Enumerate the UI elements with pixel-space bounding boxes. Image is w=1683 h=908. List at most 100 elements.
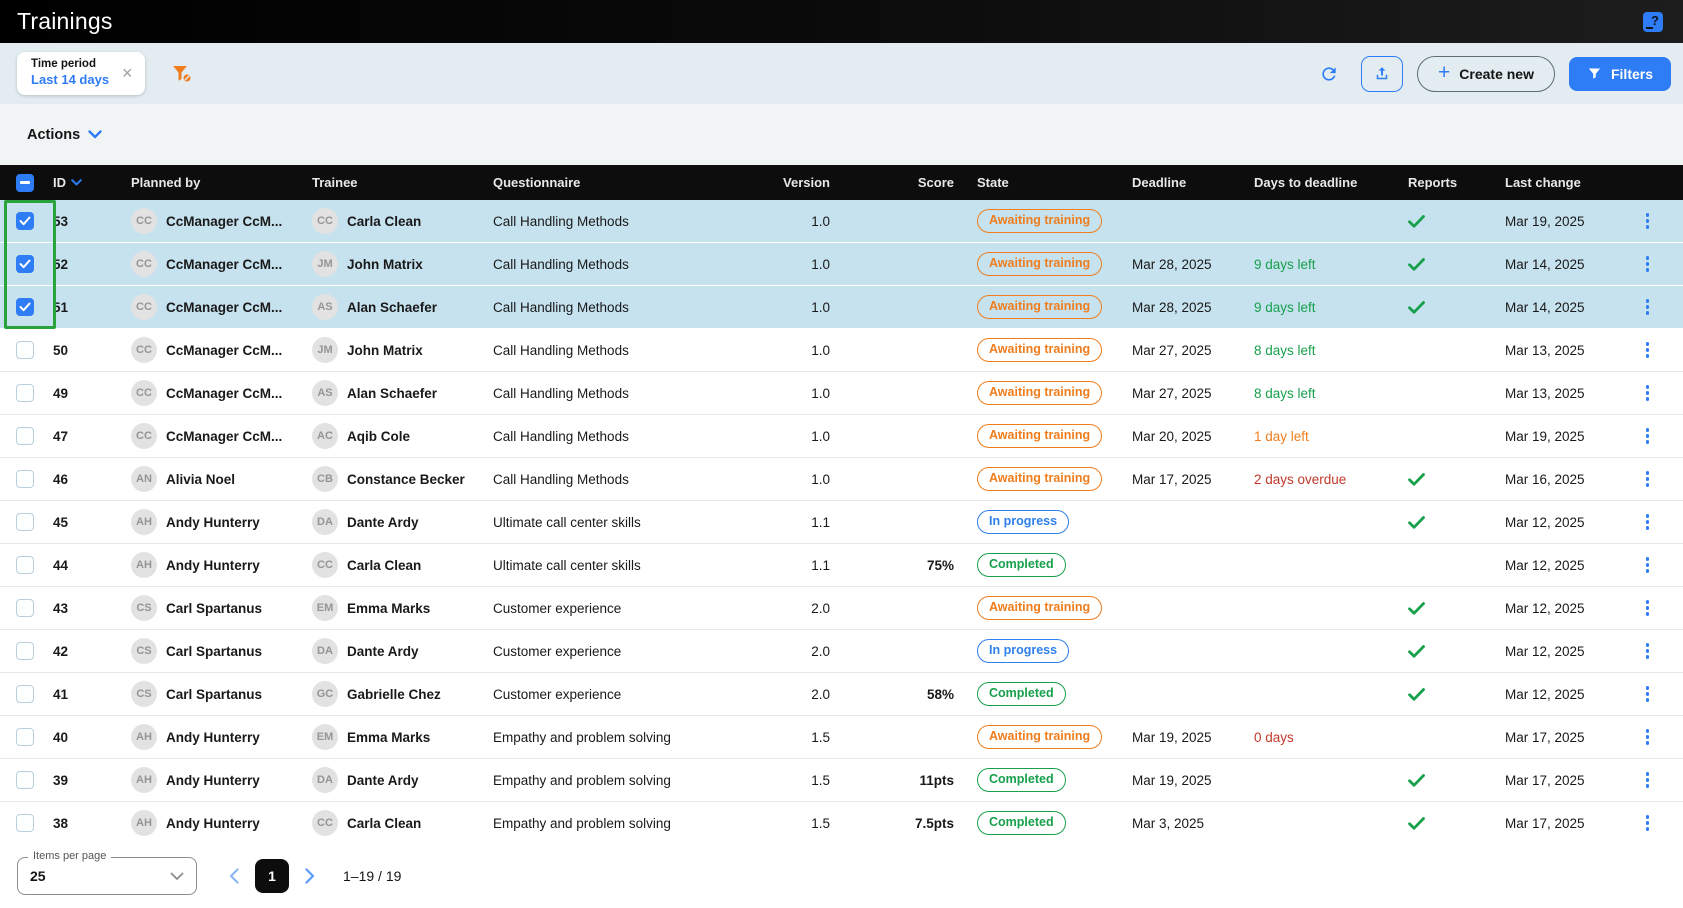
column-header-last-change[interactable]: Last change: [1505, 175, 1612, 190]
row-checkbox[interactable]: [16, 599, 34, 617]
table-row[interactable]: 42CSCarl SpartanusDADante ArdyCustomer e…: [0, 630, 1683, 673]
table-row[interactable]: 52CCCcManager CcM...JMJohn MatrixCall Ha…: [0, 243, 1683, 286]
report-check-icon[interactable]: [1408, 817, 1425, 830]
column-header-score[interactable]: Score: [838, 175, 962, 190]
kebab-menu-icon[interactable]: [1642, 510, 1654, 534]
table-row[interactable]: 49CCCcManager CcM...ASAlan SchaeferCall …: [0, 372, 1683, 415]
report-check-icon[interactable]: [1408, 301, 1425, 314]
column-header-version[interactable]: Version: [770, 175, 838, 190]
planned-by-name: CcManager CcM...: [166, 429, 282, 444]
table-row[interactable]: 50CCCcManager CcM...JMJohn MatrixCall Ha…: [0, 329, 1683, 372]
create-new-button[interactable]: + Create new: [1417, 56, 1555, 92]
time-period-filter-chip[interactable]: Time period Last 14 days ×: [17, 52, 145, 95]
next-page-button[interactable]: [301, 864, 319, 888]
kebab-menu-icon[interactable]: [1642, 682, 1654, 706]
row-checkbox[interactable]: [16, 556, 34, 574]
kebab-menu-icon[interactable]: [1642, 252, 1654, 276]
table-row[interactable]: 40AHAndy HunterryEMEmma MarksEmpathy and…: [0, 716, 1683, 759]
report-check-icon[interactable]: [1408, 258, 1425, 271]
report-check-icon[interactable]: [1408, 774, 1425, 787]
last-change-cell: Mar 14, 2025: [1505, 300, 1612, 315]
column-header-questionnaire[interactable]: Questionnaire: [489, 175, 770, 190]
row-menu-cell: [1612, 725, 1683, 749]
table-row[interactable]: 41CSCarl SpartanusGCGabrielle ChezCustom…: [0, 673, 1683, 716]
kebab-menu-icon[interactable]: [1642, 811, 1654, 835]
row-checkbox[interactable]: [16, 642, 34, 660]
row-checkbox-cell: [0, 427, 45, 445]
kebab-menu-icon[interactable]: [1642, 639, 1654, 663]
kebab-menu-icon[interactable]: [1642, 725, 1654, 749]
kebab-menu-icon[interactable]: [1642, 596, 1654, 620]
row-checkbox[interactable]: [16, 384, 34, 402]
planned-by-name: Andy Hunterry: [166, 515, 260, 530]
report-check-icon[interactable]: [1408, 516, 1425, 529]
kebab-menu-icon[interactable]: [1642, 338, 1654, 362]
kebab-menu-icon[interactable]: [1642, 467, 1654, 491]
row-checkbox[interactable]: [16, 771, 34, 789]
kebab-menu-icon[interactable]: [1642, 295, 1654, 319]
help-icon[interactable]: ?: [1643, 12, 1663, 32]
column-header-planned-by[interactable]: Planned by: [125, 175, 306, 190]
table-row[interactable]: 45AHAndy HunterryDADante ArdyUltimate ca…: [0, 501, 1683, 544]
items-per-page-select[interactable]: Items per page 25: [17, 857, 197, 895]
kebab-menu-icon[interactable]: [1642, 553, 1654, 577]
report-check-icon[interactable]: [1408, 473, 1425, 486]
table-row[interactable]: 44AHAndy HunterryCCCarla CleanUltimate c…: [0, 544, 1683, 587]
filters-button[interactable]: Filters: [1569, 57, 1671, 91]
previous-page-button[interactable]: [225, 864, 243, 888]
kebab-menu-icon[interactable]: [1642, 381, 1654, 405]
row-checkbox[interactable]: [16, 298, 34, 316]
trainee-name: Constance Becker: [347, 472, 465, 487]
column-header-trainee[interactable]: Trainee: [306, 175, 489, 190]
refresh-icon: [1319, 64, 1339, 84]
kebab-menu-icon[interactable]: [1642, 768, 1654, 792]
current-page-button[interactable]: 1: [255, 859, 289, 893]
row-id: 39: [45, 773, 125, 788]
refresh-button[interactable]: [1319, 64, 1339, 84]
actions-menu-button[interactable]: Actions: [27, 127, 102, 143]
table-row[interactable]: 39AHAndy HunterryDADante ArdyEmpathy and…: [0, 759, 1683, 802]
kebab-menu-icon[interactable]: [1642, 424, 1654, 448]
column-header-id[interactable]: ID: [45, 175, 125, 190]
report-check-icon[interactable]: [1408, 645, 1425, 658]
reports-cell: [1400, 301, 1505, 314]
column-header-state[interactable]: State: [962, 175, 1128, 190]
row-checkbox-cell: [0, 728, 45, 746]
table-row[interactable]: 53CCCcManager CcM...CCCarla CleanCall Ha…: [0, 200, 1683, 243]
column-header-days-to-deadline[interactable]: Days to deadline: [1250, 175, 1400, 190]
row-menu-cell: [1612, 768, 1683, 792]
row-checkbox[interactable]: [16, 814, 34, 832]
select-all-checkbox[interactable]: [16, 174, 34, 192]
last-change-cell: Mar 12, 2025: [1505, 644, 1612, 659]
row-checkbox[interactable]: [16, 513, 34, 531]
close-icon[interactable]: ×: [122, 64, 133, 82]
report-check-icon[interactable]: [1408, 688, 1425, 701]
table-row[interactable]: 38AHAndy HunterryCCCarla CleanEmpathy an…: [0, 802, 1683, 838]
status-badge: Awaiting training: [977, 252, 1102, 277]
row-checkbox[interactable]: [16, 470, 34, 488]
row-checkbox[interactable]: [16, 212, 34, 230]
row-checkbox[interactable]: [16, 728, 34, 746]
report-check-icon[interactable]: [1408, 602, 1425, 615]
row-checkbox[interactable]: [16, 685, 34, 703]
clear-filters-icon[interactable]: [171, 64, 193, 84]
last-change-cell: Mar 19, 2025: [1505, 214, 1612, 229]
version-cell: 1.5: [770, 816, 838, 831]
version-cell: 1.0: [770, 214, 838, 229]
row-checkbox[interactable]: [16, 341, 34, 359]
kebab-menu-icon[interactable]: [1642, 209, 1654, 233]
table-row[interactable]: 43CSCarl SpartanusEMEmma MarksCustomer e…: [0, 587, 1683, 630]
planned-by-cell: CCCcManager CcM...: [125, 294, 306, 320]
create-new-label: Create new: [1459, 66, 1534, 82]
table-row[interactable]: 47CCCcManager CcM...ACAqib ColeCall Hand…: [0, 415, 1683, 458]
report-check-icon[interactable]: [1408, 215, 1425, 228]
column-header-deadline[interactable]: Deadline: [1128, 175, 1250, 190]
row-checkbox[interactable]: [16, 427, 34, 445]
row-checkbox[interactable]: [16, 255, 34, 273]
status-badge: In progress: [977, 510, 1069, 535]
column-header-reports[interactable]: Reports: [1400, 175, 1505, 190]
table-row[interactable]: 46ANAlivia NoelCBConstance BeckerCall Ha…: [0, 458, 1683, 501]
export-button[interactable]: [1361, 56, 1403, 92]
trainee-cell: CCCarla Clean: [306, 810, 489, 836]
table-row[interactable]: 51CCCcManager CcM...ASAlan SchaeferCall …: [0, 286, 1683, 329]
